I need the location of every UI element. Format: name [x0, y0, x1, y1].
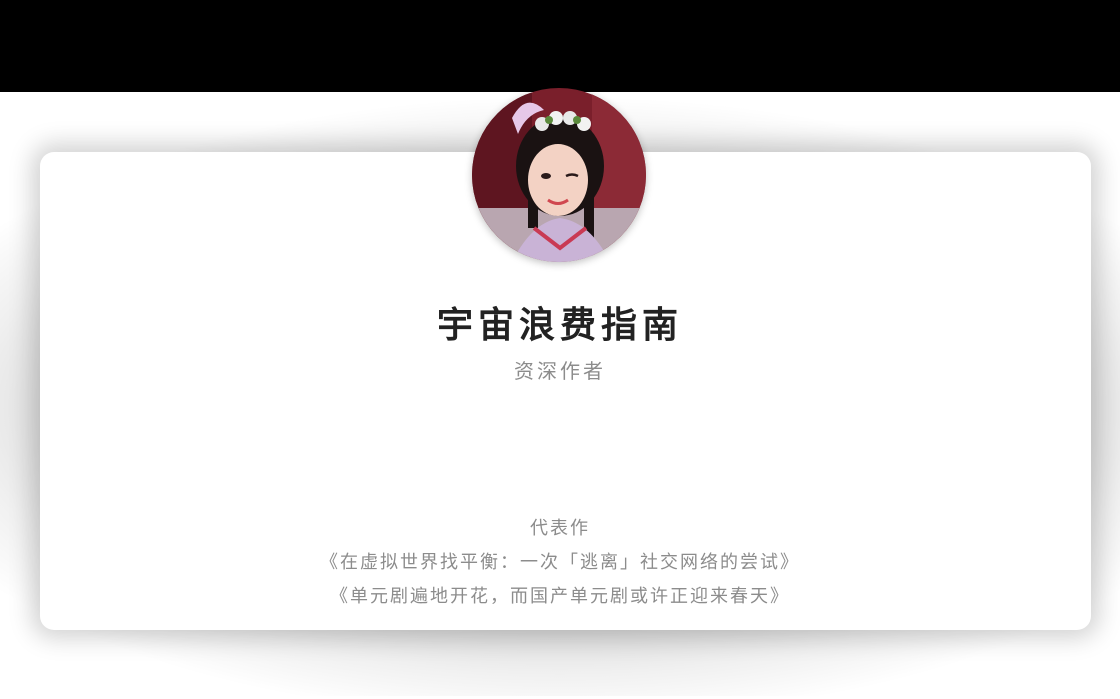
- author-role-badge: 资深作者: [514, 359, 606, 383]
- top-black-band: [0, 0, 1120, 92]
- author-avatar[interactable]: [472, 88, 646, 262]
- author-name: 宇宙浪费指南: [436, 305, 683, 346]
- work-link[interactable]: 《单元剧遍地开花，而国产单元剧或许正迎来春天》: [0, 582, 1120, 616]
- work-link[interactable]: 《在虚拟世界找平衡：一次「逃离」社交网络的尝试》: [0, 548, 1120, 582]
- representative-works-list: 《在虚拟世界找平衡：一次「逃离」社交网络的尝试》 《单元剧遍地开花，而国产单元剧…: [0, 548, 1120, 616]
- representative-works-heading: 代表作: [530, 518, 590, 539]
- avatar-photo: [472, 88, 646, 262]
